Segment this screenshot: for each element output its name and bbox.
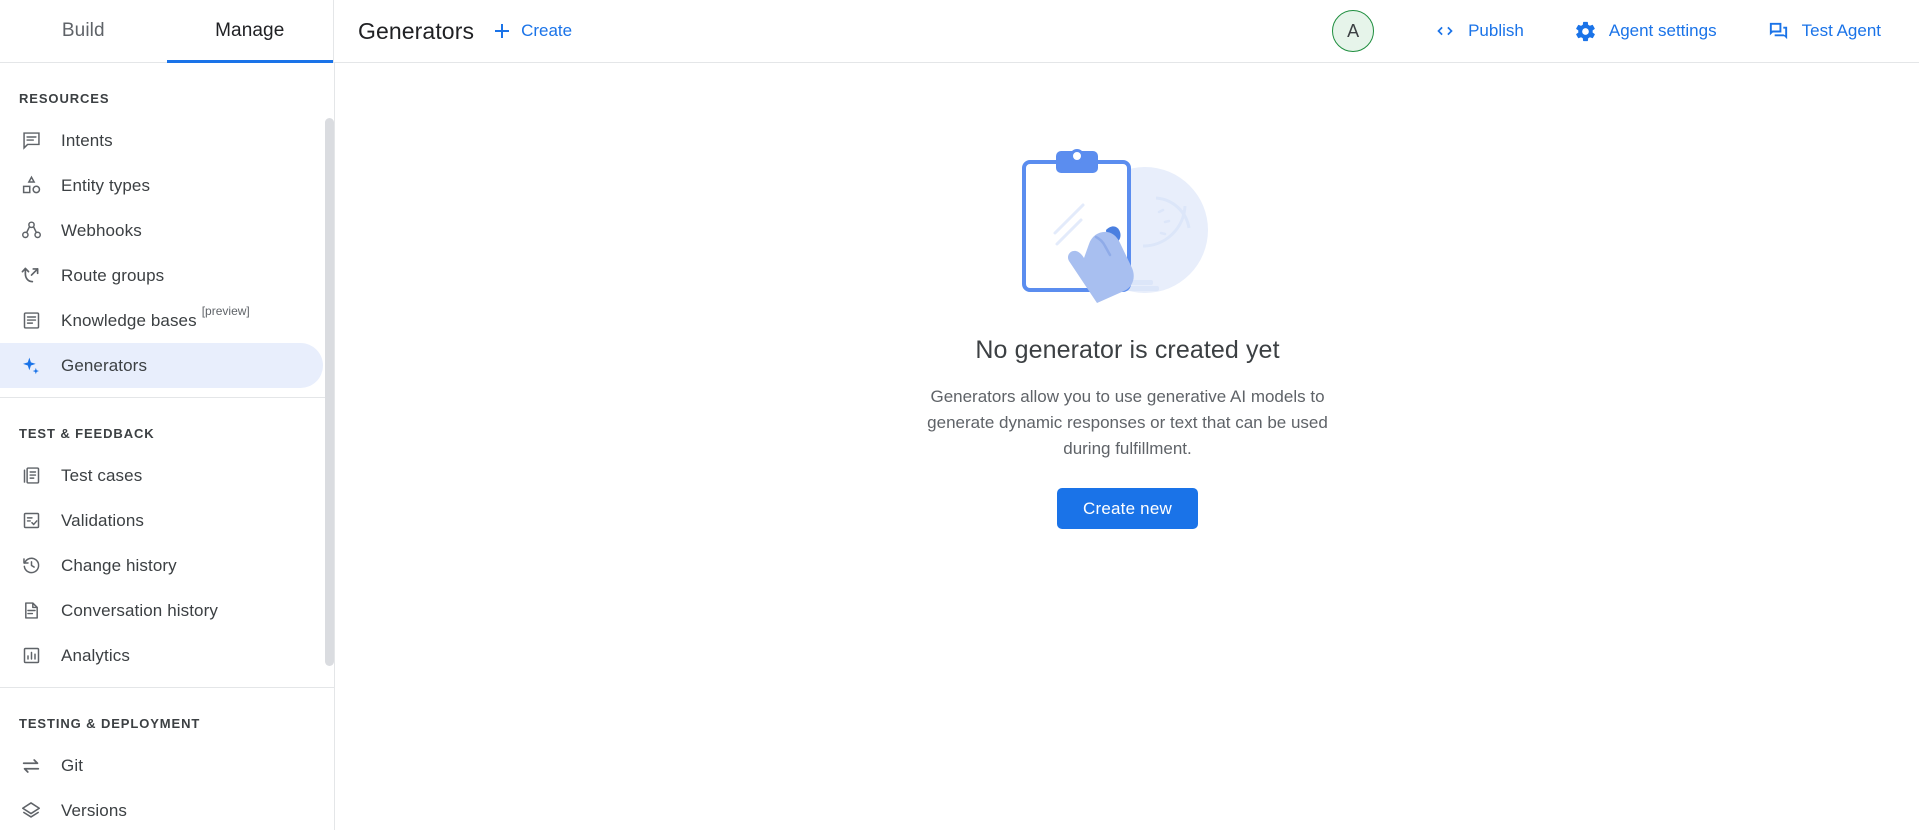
sidebar-item-label: Change history	[61, 556, 177, 576]
document-icon	[19, 599, 43, 623]
create-new-button[interactable]: Create new	[1057, 488, 1198, 529]
sidebar-item-analytics[interactable]: Analytics	[0, 633, 334, 678]
sidebar-item-intents[interactable]: Intents	[0, 118, 334, 163]
tab-build-label: Build	[62, 20, 105, 42]
publish-label: Publish	[1468, 21, 1524, 41]
sidebar-item-conversation-history[interactable]: Conversation history	[0, 588, 334, 633]
sidebar-item-label: Validations	[61, 511, 144, 531]
sidebar-item-label: Webhooks	[61, 221, 142, 241]
sidebar-item-label: Conversation history	[61, 601, 218, 621]
mode-tabs: Build Manage	[0, 0, 334, 62]
top-bar: Build Manage Generators Create A	[0, 0, 1919, 63]
sidebar-item-label: Entity types	[61, 176, 150, 196]
sidebar-item-generators[interactable]: Generators	[0, 343, 323, 388]
sidebar-item-label: Git	[61, 756, 83, 776]
publish-button[interactable]: Publish	[1420, 12, 1538, 50]
sidebar-item-label: Test cases	[61, 466, 142, 486]
avatar-letter: A	[1347, 21, 1359, 42]
agent-settings-button[interactable]: Agent settings	[1560, 12, 1731, 51]
stacked-pages-icon	[19, 464, 43, 488]
code-brackets-icon	[1434, 20, 1456, 42]
preview-badge: [preview]	[202, 304, 250, 318]
chat-bubbles-icon	[1767, 20, 1790, 43]
swap-arrows-icon	[19, 754, 43, 778]
history-clock-icon	[19, 554, 43, 578]
empty-state-description: Generators allow you to use generative A…	[918, 384, 1338, 462]
sidebar-section-test-feedback: TEST & FEEDBACK Test cases	[0, 398, 334, 678]
tab-build[interactable]: Build	[0, 0, 167, 62]
sidebar-item-test-cases[interactable]: Test cases	[0, 453, 334, 498]
nodes-icon	[19, 219, 43, 243]
tab-manage[interactable]: Manage	[167, 0, 334, 62]
agent-settings-label: Agent settings	[1609, 21, 1717, 41]
bar-chart-icon	[19, 644, 43, 668]
test-agent-button[interactable]: Test Agent	[1753, 12, 1895, 51]
tab-manage-label: Manage	[215, 20, 284, 42]
sidebar-item-label: Route groups	[61, 266, 164, 286]
sidebar-scrollbar-thumb[interactable]	[325, 118, 334, 666]
message-lines-icon	[19, 129, 43, 153]
create-generator-button[interactable]: Create	[492, 21, 572, 41]
sidebar-item-route-groups[interactable]: Route groups	[0, 253, 334, 298]
sidebar-item-label: Analytics	[61, 646, 130, 666]
sidebar-item-label: Versions	[61, 801, 127, 821]
sidebar-item-git[interactable]: Git	[0, 743, 334, 788]
sidebar-item-versions[interactable]: Versions	[0, 788, 334, 830]
sidebar-item-label: Intents	[61, 131, 113, 151]
sidebar-section-resources: RESOURCES Intents Entity types	[0, 63, 334, 388]
sidebar[interactable]: RESOURCES Intents Entity types	[0, 63, 335, 830]
test-agent-label: Test Agent	[1802, 21, 1881, 41]
main-content: No generator is created yet Generators a…	[336, 63, 1919, 830]
clipboard-hand-illustration	[993, 138, 1263, 308]
top-bar-actions: A Publish Agent settings	[1332, 0, 1919, 62]
sidebar-item-label: Generators	[61, 356, 147, 376]
sparkle-icon	[19, 354, 43, 378]
sidebar-item-knowledge-bases[interactable]: Knowledge bases [preview]	[0, 298, 334, 343]
page-title: Generators	[358, 18, 474, 45]
plus-icon	[492, 21, 512, 41]
sidebar-heading-resources: RESOURCES	[0, 63, 334, 118]
sidebar-heading-test-feedback: TEST & FEEDBACK	[0, 398, 334, 453]
empty-state-title: No generator is created yet	[975, 336, 1279, 365]
checklist-icon	[19, 509, 43, 533]
shapes-icon	[19, 174, 43, 198]
gear-icon	[1574, 20, 1597, 43]
sidebar-item-webhooks[interactable]: Webhooks	[0, 208, 334, 253]
document-lines-icon	[19, 309, 43, 333]
dialogflow-cx-console: Build Manage Generators Create A	[0, 0, 1919, 830]
sidebar-item-entity-types[interactable]: Entity types	[0, 163, 334, 208]
branch-arrow-icon	[19, 264, 43, 288]
sidebar-item-change-history[interactable]: Change history	[0, 543, 334, 588]
sidebar-heading-testing-deployment: TESTING & DEPLOYMENT	[0, 688, 334, 743]
sidebar-item-label: Knowledge bases	[61, 311, 197, 331]
sidebar-item-validations[interactable]: Validations	[0, 498, 334, 543]
create-label: Create	[521, 21, 572, 41]
sidebar-section-testing-deployment: TESTING & DEPLOYMENT Git Versions	[0, 688, 334, 830]
page-header: Generators Create	[334, 0, 1332, 62]
avatar[interactable]: A	[1332, 10, 1374, 52]
layers-icon	[19, 799, 43, 823]
